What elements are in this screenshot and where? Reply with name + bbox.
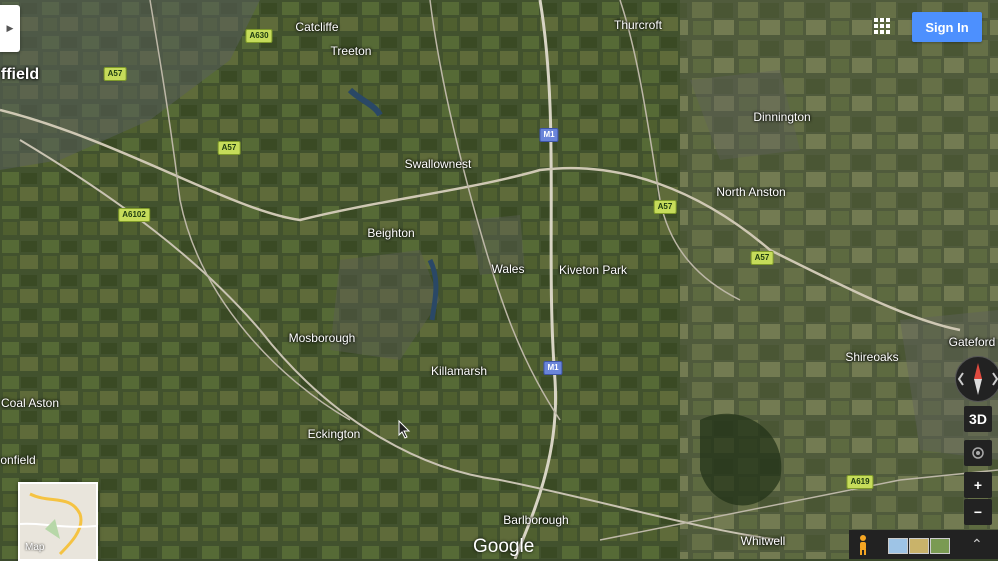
compass-control[interactable]: [955, 356, 998, 402]
place-label-kiveton-park: Kiveton Park: [558, 263, 628, 277]
imagery-thumbnail-3[interactable]: [930, 538, 950, 554]
mouse-cursor-icon: [398, 420, 411, 439]
place-label-whitwell: Whitwell: [740, 534, 786, 548]
place-label-mosborough: Mosborough: [288, 331, 356, 345]
imagery-thumbnail-2[interactable]: [909, 538, 929, 554]
expand-up-icon[interactable]: ⌃: [971, 536, 983, 553]
place-label-catcliffe: Catcliffe: [295, 20, 339, 34]
place-label-unstone-partial: onfield: [0, 453, 36, 467]
place-label-swallownest: Swallownest: [404, 157, 472, 171]
place-label-barlborough: Barlborough: [503, 513, 569, 527]
place-label-thurcroft: Thurcroft: [613, 18, 663, 32]
road-shield-a57: A57: [653, 200, 677, 214]
road-shield-m1: M1: [543, 361, 563, 375]
map-view-switcher[interactable]: Map: [18, 482, 98, 561]
place-label-eckington: Eckington: [307, 427, 361, 441]
road-shield-a57: A57: [103, 67, 127, 81]
place-label-beighton: Beighton: [367, 226, 415, 240]
place-label-dinnington: Dinnington: [753, 110, 811, 124]
tilt-3d-button[interactable]: 3D: [964, 406, 992, 432]
sign-in-button[interactable]: Sign In: [912, 12, 982, 42]
zoom-out-button[interactable]: −: [964, 499, 992, 525]
place-label-gateford: Gateford: [948, 335, 996, 349]
google-logo: Google: [473, 536, 535, 557]
place-label-treeton: Treeton: [330, 44, 372, 58]
imagery-thumbnail-1[interactable]: [888, 538, 908, 554]
apps-grid-icon[interactable]: [874, 18, 890, 34]
place-label-coal-aston: Coal Aston: [0, 396, 60, 410]
pegman-icon[interactable]: [856, 534, 870, 556]
my-location-button[interactable]: [964, 440, 992, 466]
road-shield-a6102: A6102: [118, 208, 150, 222]
zoom-in-button[interactable]: +: [964, 472, 992, 498]
compass-icon: [957, 363, 998, 395]
place-label-wales: Wales: [491, 262, 525, 276]
road-shield-m1: M1: [539, 128, 559, 142]
road-shield-a57: A57: [750, 251, 774, 265]
chevron-right-icon: ▶: [6, 23, 14, 33]
road-shield-a57: A57: [217, 141, 241, 155]
road-shield-a630: A630: [245, 29, 273, 43]
place-label-sheffield: ffield: [0, 66, 40, 83]
place-label-north-anston: North Anston: [716, 185, 786, 199]
road-shield-a619: A619: [846, 475, 874, 489]
location-target-icon: [972, 447, 984, 459]
place-label-killamarsh: Killamarsh: [430, 364, 488, 378]
side-panel-toggle-button[interactable]: ▶: [0, 5, 20, 52]
place-label-shireoaks: Shireoaks: [845, 350, 899, 364]
minimap-label: Map: [25, 542, 45, 553]
